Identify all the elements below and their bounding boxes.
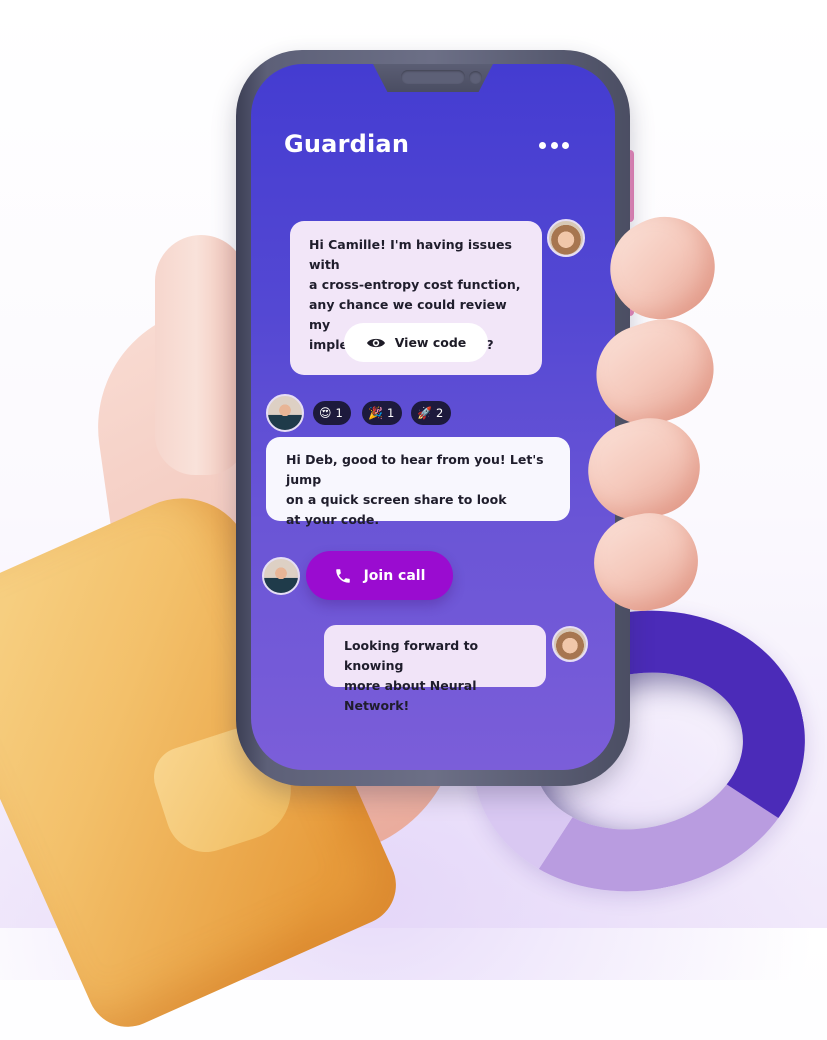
join-call-label: Join call: [363, 567, 426, 584]
app-title: Guardian: [284, 130, 410, 158]
phone-frame: Guardian Hi Camille! I'm having issues w…: [236, 50, 630, 786]
phone-icon: [335, 568, 350, 583]
message-bubble-deb: Hi Deb, good to hear from you! Let's jum…: [266, 437, 570, 527]
join-call-button[interactable]: Join call: [306, 551, 453, 600]
more-horizontal-icon-dot: [562, 141, 569, 149]
view-code-label: View code: [394, 334, 467, 350]
deb-avatar[interactable]: [262, 557, 300, 595]
reaction-heart-eyes[interactable]: 😍 1: [313, 401, 351, 425]
heart-eyes-emoji-icon: 😍: [319, 406, 332, 420]
deb-avatar[interactable]: [266, 394, 304, 432]
more-horizontal-icon-dot: [550, 141, 558, 149]
hand-thumb-illustration: [155, 235, 247, 475]
phone-screen: Guardian Hi Camille! I'm having issues w…: [251, 64, 615, 770]
reaction-rocket[interactable]: 🚀 2: [411, 401, 452, 425]
reaction-party-popper[interactable]: 🎉 1: [362, 401, 403, 425]
party-popper-emoji-icon: 🎉: [368, 406, 383, 420]
message-bubble-camille: Looking forward to knowing more about Ne…: [324, 625, 546, 713]
more-horizontal-icon-dot: [539, 141, 546, 149]
message-bubble-camille: Hi Camille! I'm having issues with a cro…: [290, 221, 542, 375]
camille-avatar[interactable]: [547, 219, 585, 257]
more-options-button[interactable]: [539, 134, 569, 156]
camille-avatar[interactable]: [552, 626, 588, 662]
view-code-button[interactable]: View code: [344, 323, 488, 362]
speaker-grille: [401, 70, 465, 84]
eye-icon: [366, 338, 385, 347]
reaction-count: 2: [435, 406, 444, 420]
rocket-emoji-icon: 🚀: [417, 406, 432, 420]
reaction-count: 1: [386, 406, 395, 420]
reaction-count: 1: [335, 406, 343, 420]
front-camera: [469, 71, 482, 84]
